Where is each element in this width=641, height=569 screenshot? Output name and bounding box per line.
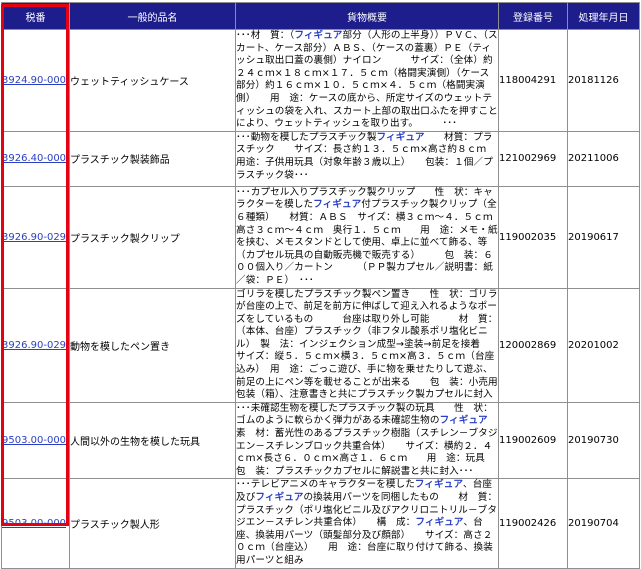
product-name-cell: プラスチック製クリップ	[69, 185, 236, 289]
header-registration-number[interactable]: 登録番号	[498, 2, 568, 30]
registration-number-cell: 118004291	[498, 29, 568, 132]
table-row: 3924.90-000 ウェットティッシュケース ･･･材 質：（フィギュア部分…	[1, 29, 640, 132]
tariff-code-link[interactable]: 3926.90-029	[2, 340, 66, 351]
search-results-table: 税番 一般的品名 貨物概要 登録番号 処理年月日 3924.90-000 ウェッ…	[1, 2, 640, 569]
description-cell: ･･･材 質：（フィギュア部分（人形の上半身））ＰＶＣ、（スカート、ケース部分）…	[235, 29, 499, 132]
product-name-cell: 人間以外の生物を模した玩具	[69, 401, 236, 480]
process-date-cell: 20190617	[567, 185, 640, 289]
tariff-code-link[interactable]: 3926.90-029	[2, 232, 66, 243]
tariff-code-link[interactable]: 9503.00-000	[2, 518, 66, 529]
tariff-code-link[interactable]: 9503.00-000	[2, 435, 66, 446]
table-row: 3926.90-029 動物を模したペン置き ゴリラを模したプラスチック製ペン置…	[1, 287, 640, 403]
table-row: 3926.40-000 プラスチック製装飾品 ･･･動物を模したプラスチック製フ…	[1, 130, 640, 187]
registration-number-cell: 119002426	[498, 478, 568, 569]
highlighted-keyword: フィギュア	[415, 517, 464, 529]
description-cell: ゴリラを模したプラスチック製ペン置き 性 状：ゴリラが台座の上で、前足を前方に伸…	[235, 287, 500, 403]
process-date-cell: 20201002	[567, 287, 640, 403]
tariff-cell: 3924.90-000	[1, 29, 70, 132]
tariff-cell: 3926.40-000	[1, 130, 70, 187]
description-text: 付プラスチック製クリップ（全６種類） 材質：ＡＢＳ サイズ：横３ｃｍ～４．５ｃｍ…	[236, 199, 527, 286]
description-text: ･･･テレビアニメのキャラクターを模した	[236, 479, 415, 491]
table-header-row: 税番 一般的品名 貨物概要 登録番号 処理年月日	[1, 2, 640, 30]
process-date-cell: 20190704	[567, 478, 640, 569]
description-text: ･･･材 質：（	[236, 30, 295, 41]
registration-number-cell: 119002035	[498, 185, 568, 289]
highlighted-keyword: フィギュア	[294, 30, 343, 41]
registration-number-cell: 121002969	[498, 130, 568, 187]
process-date-cell: 20211006	[567, 130, 640, 187]
tariff-cell: 3926.90-029	[1, 287, 70, 403]
product-name-cell: プラスチック製人形	[69, 478, 236, 569]
header-tariff[interactable]: 税番	[1, 2, 70, 30]
description-cell: ･･･テレビアニメのキャラクターを模したフィギュア、台座及びフィギュアの換装用パ…	[235, 478, 499, 569]
header-description[interactable]: 貨物概要	[235, 2, 499, 30]
description-cell: ･･･動物を模したプラスチック製フィギュア 材質：プラスチック サイズ：長さ約１…	[235, 130, 505, 187]
tariff-code-link[interactable]: 3926.40-000	[2, 153, 66, 164]
header-product-name[interactable]: 一般的品名	[69, 2, 236, 30]
product-name-cell: プラスチック製装飾品	[69, 130, 236, 187]
highlighted-keyword: フィギュア	[376, 131, 425, 143]
tariff-cell: 9503.00-000	[1, 478, 70, 569]
highlighted-keyword: フィギュア	[313, 199, 362, 211]
table-row: 9503.00-000 プラスチック製人形 ･･･テレビアニメのキャラクターを模…	[1, 478, 640, 569]
process-date-cell: 20190730	[567, 401, 640, 480]
process-date-cell: 20181126	[567, 29, 640, 132]
description-text: 部分（人形の上半身））ＰＶＣ、（スカート、ケース部分）ＡＢＳ、（ケースの蓋裏）Ｐ…	[236, 30, 498, 130]
tariff-cell: 3926.90-029	[1, 185, 70, 289]
product-name-cell: ウェットティッシュケース	[69, 29, 236, 132]
highlighted-keyword: フィギュア	[414, 479, 464, 491]
description-cell: ･･･未確認生物を模したプラスチック製の玩具 性 状：ゴムのように軟らかく弾力が…	[235, 401, 504, 480]
product-name-cell: 動物を模したペン置き	[69, 287, 236, 403]
tariff-code-link[interactable]: 3924.90-000	[2, 75, 66, 86]
tariff-cell: 9503.00-000	[1, 401, 70, 480]
registration-number-cell: 119002609	[498, 401, 568, 480]
highlighted-keyword: フィギュア	[439, 415, 488, 427]
highlighted-keyword: フィギュア	[255, 492, 304, 503]
table-row: 9503.00-000 人間以外の生物を模した玩具 ･･･未確認生物を模したプラ…	[1, 401, 640, 480]
table-row: 3926.90-029 プラスチック製クリップ ･･･カプセル入りプラスチック製…	[1, 185, 640, 289]
description-text: ゴリラを模したプラスチック製ペン置き 性 状：ゴリラが台座の上で、前足を前方に伸…	[236, 288, 500, 401]
registration-number-cell: 120002869	[498, 287, 568, 403]
description-text: ･･･動物を模したプラスチック製	[236, 131, 377, 143]
description-cell: ･･･カプセル入りプラスチック製クリップ 性 状：キャラクターを模したフィギュア…	[235, 185, 526, 289]
header-process-date[interactable]: 処理年月日	[567, 2, 640, 30]
